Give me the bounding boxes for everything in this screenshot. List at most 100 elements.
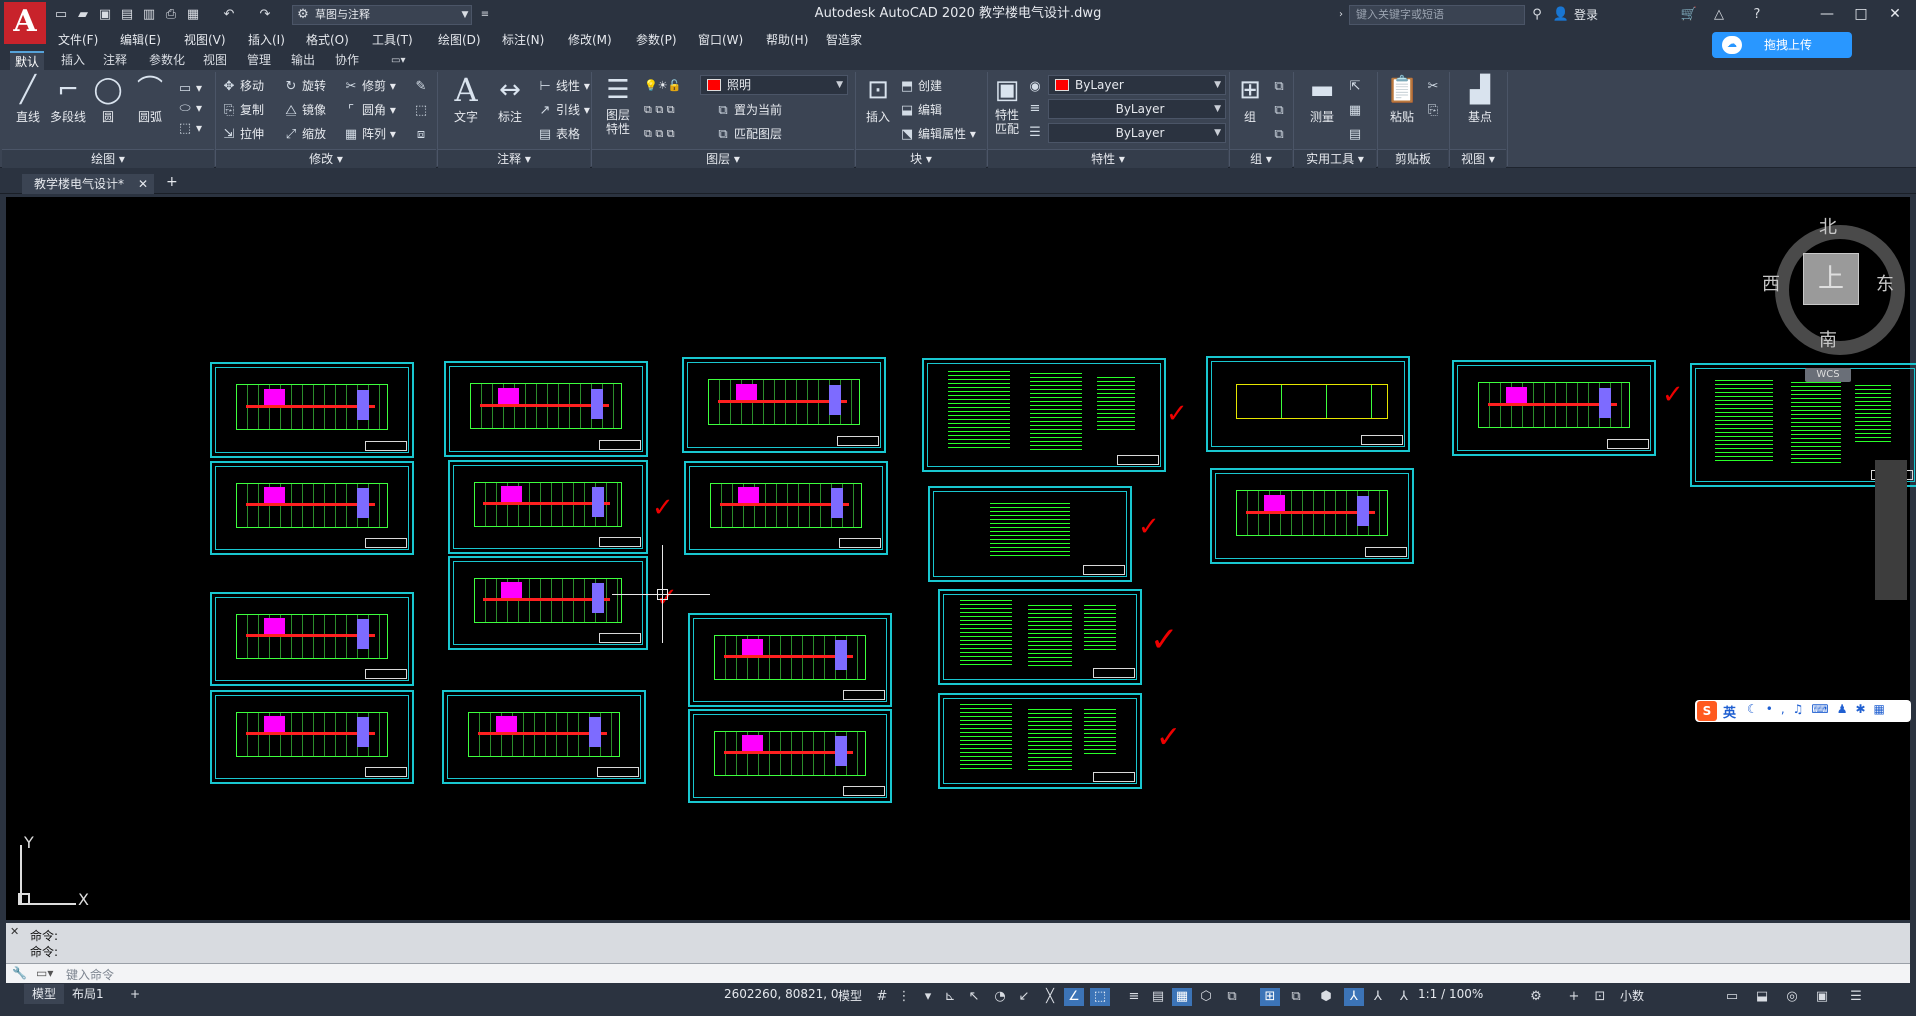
plot-icon[interactable]: ⎙ bbox=[162, 6, 180, 24]
menu-parametric[interactable]: 参数(P) bbox=[636, 30, 677, 50]
menu-zhizaojia[interactable]: 智造家 bbox=[826, 30, 862, 50]
object-tracking-icon[interactable]: ↙ bbox=[1014, 988, 1034, 1006]
panel-title-view[interactable]: 视图 ▾ bbox=[1450, 149, 1506, 168]
erase-icon[interactable]: ✎ bbox=[412, 76, 432, 96]
drawing-sheet[interactable] bbox=[1206, 356, 1410, 452]
menu-insert[interactable]: 插入(I) bbox=[248, 30, 285, 50]
tab-view[interactable]: 视图 bbox=[198, 51, 232, 70]
drawing-sheet[interactable] bbox=[928, 486, 1132, 582]
paste-button[interactable]: 📋 粘贴 bbox=[1382, 74, 1422, 125]
drawing-sheet[interactable] bbox=[448, 556, 648, 650]
a360-icon[interactable]: △ bbox=[1710, 6, 1728, 24]
group-edit-icon[interactable]: ⧉ bbox=[1270, 100, 1290, 120]
drawing-sheet[interactable] bbox=[684, 461, 888, 555]
plus-icon[interactable]: + bbox=[1564, 988, 1584, 1006]
menu-tools[interactable]: 工具(T) bbox=[372, 30, 413, 50]
minimize-button[interactable]: — bbox=[1810, 3, 1844, 25]
calculator-icon[interactable]: ▦ bbox=[1346, 100, 1366, 120]
help-icon[interactable]: ? bbox=[1748, 6, 1766, 24]
id-point-icon[interactable]: ▤ bbox=[1346, 124, 1366, 144]
array-button[interactable]: ▦ 阵列 ▾ bbox=[342, 124, 396, 144]
offset-icon[interactable]: ⧈ bbox=[412, 124, 432, 144]
workspace-switch-icon[interactable]: ⚙ bbox=[1526, 988, 1546, 1006]
dropdown-icon[interactable]: ▾ bbox=[918, 988, 938, 1006]
copy-button[interactable]: ⎘ 复制 bbox=[220, 100, 264, 120]
drawing-sheet[interactable] bbox=[938, 693, 1142, 789]
explode-icon[interactable]: ⬚ bbox=[412, 100, 432, 120]
lineweight-toggle-icon[interactable]: ∠ bbox=[1064, 988, 1084, 1006]
gizmo-icon[interactable]: ⧉ bbox=[1222, 988, 1242, 1006]
compass-east[interactable]: 东 bbox=[1876, 270, 1894, 296]
drawing-sheet[interactable] bbox=[448, 460, 648, 554]
layer-properties-button[interactable]: ☰ 图层 特性 bbox=[596, 74, 640, 136]
close-tab-icon[interactable]: ✕ bbox=[138, 174, 148, 194]
base-view-button[interactable]: ▟ 基点 bbox=[1458, 74, 1502, 125]
layer-state-icons[interactable]: 💡☀🔓 bbox=[644, 76, 681, 96]
command-prompt-icon[interactable]: ▭▾ bbox=[36, 966, 53, 980]
new-tab-button[interactable]: + bbox=[166, 174, 178, 190]
color-dropdown[interactable]: ByLayer ▼ bbox=[1048, 75, 1226, 95]
match-layer-button[interactable]: ⧉ 匹配图层 bbox=[714, 124, 782, 144]
quick-select-icon[interactable]: ⇱ bbox=[1346, 76, 1366, 96]
search-input[interactable]: 键入关键字或短语 bbox=[1349, 5, 1525, 25]
save-icon[interactable]: ▣ bbox=[96, 6, 114, 24]
cut-icon[interactable]: ✂ bbox=[1424, 76, 1444, 96]
panel-title-layers[interactable]: 图层 ▾ bbox=[592, 149, 854, 168]
copy-clip-icon[interactable]: ⎘ bbox=[1424, 100, 1444, 120]
rectangle-icon[interactable]: ▭ ▾ bbox=[176, 78, 202, 98]
undo-icon[interactable]: ↶ bbox=[220, 6, 238, 24]
tab-default[interactable]: 默认 bbox=[10, 51, 45, 70]
chevron-down-icon[interactable]: ▼ bbox=[456, 6, 474, 24]
layout-tab[interactable]: 布局1 bbox=[64, 984, 112, 1004]
maximize-button[interactable]: □ bbox=[1844, 3, 1878, 25]
file-tab-active[interactable]: 教学楼电气设计* ✕ bbox=[22, 174, 154, 194]
snap-icon[interactable]: ⋮ bbox=[894, 988, 914, 1006]
tab-insert[interactable]: 插入 bbox=[56, 51, 90, 70]
hatch-icon[interactable]: ⬭ ▾ bbox=[176, 98, 202, 118]
edit-attributes-button[interactable]: ⬔ 编辑属性 ▾ bbox=[898, 124, 976, 144]
measure-button[interactable]: ▬ 测量 bbox=[1302, 74, 1342, 125]
circle-button[interactable]: ◯ 圆 bbox=[88, 74, 128, 125]
layer-tools-row1[interactable]: ⧉ ⧉ ⧉ bbox=[644, 100, 675, 120]
annotation-visibility-icon[interactable]: ⊞ bbox=[1260, 988, 1280, 1006]
isodraft-icon[interactable]: ◔ bbox=[990, 988, 1010, 1006]
isolate-objects-icon[interactable]: ⊡ bbox=[1590, 988, 1610, 1006]
ellipse-icon[interactable]: ⬚ ▾ bbox=[176, 118, 202, 138]
panel-title-modify[interactable]: 修改 ▾ bbox=[216, 149, 436, 168]
clean-screen-icon[interactable]: ☰ bbox=[1846, 988, 1866, 1006]
annotation-scale-dropdown[interactable]: 1:1 / 100% bbox=[1418, 987, 1483, 1001]
isometric-icon[interactable]: ⅄ bbox=[1344, 988, 1364, 1006]
wrench-icon[interactable]: 🔧 bbox=[12, 966, 27, 980]
drawing-sheet[interactable] bbox=[922, 358, 1166, 472]
annotation-scale-toggle-icon[interactable]: ⅄ bbox=[1394, 988, 1414, 1006]
trim-button[interactable]: ✂ 修剪 ▾ bbox=[342, 76, 396, 96]
binoculars-icon[interactable]: ⚲ bbox=[1528, 6, 1546, 24]
text-button[interactable]: A 文字 bbox=[446, 74, 486, 125]
drawing-sheet[interactable] bbox=[444, 361, 648, 457]
compass-west[interactable]: 西 bbox=[1762, 270, 1780, 296]
menu-file[interactable]: 文件(F) bbox=[58, 30, 98, 50]
group-select-icon[interactable]: ⧉ bbox=[1270, 124, 1290, 144]
transparency-icon[interactable]: ⬚ bbox=[1090, 988, 1110, 1006]
command-input[interactable]: 键入命令 bbox=[66, 966, 114, 983]
search-expand-icon[interactable]: › bbox=[1332, 6, 1350, 24]
menu-help[interactable]: 帮助(H) bbox=[766, 30, 808, 50]
panel-title-draw[interactable]: 绘图 ▾ bbox=[2, 149, 214, 168]
close-button[interactable]: ✕ bbox=[1878, 3, 1912, 25]
polyline-button[interactable]: ⌐ 多段线 bbox=[46, 74, 90, 125]
drawing-sheet[interactable] bbox=[210, 461, 414, 555]
auto-scale-icon[interactable]: ⧉ bbox=[1286, 988, 1306, 1006]
new-file-icon[interactable]: ▭ bbox=[52, 6, 70, 24]
layer-dropdown[interactable]: 照明 ▼ bbox=[700, 75, 848, 95]
selection-cycling-icon[interactable]: ≡ bbox=[1124, 988, 1144, 1006]
move-button[interactable]: ✥ 移动 bbox=[220, 76, 264, 96]
drawing-sheet[interactable] bbox=[688, 709, 892, 803]
compass-south[interactable]: 南 bbox=[1819, 326, 1837, 352]
drawing-sheet[interactable] bbox=[210, 690, 414, 784]
scale-button[interactable]: ⤢ 缩放 bbox=[282, 124, 326, 144]
save-as-icon[interactable]: ▤ bbox=[118, 6, 136, 24]
rotate-button[interactable]: ↻ 旋转 bbox=[282, 76, 326, 96]
drawing-sheet[interactable] bbox=[210, 362, 414, 458]
tab-manage[interactable]: 管理 bbox=[242, 51, 276, 70]
ortho-icon[interactable]: ⊾ bbox=[940, 988, 960, 1006]
